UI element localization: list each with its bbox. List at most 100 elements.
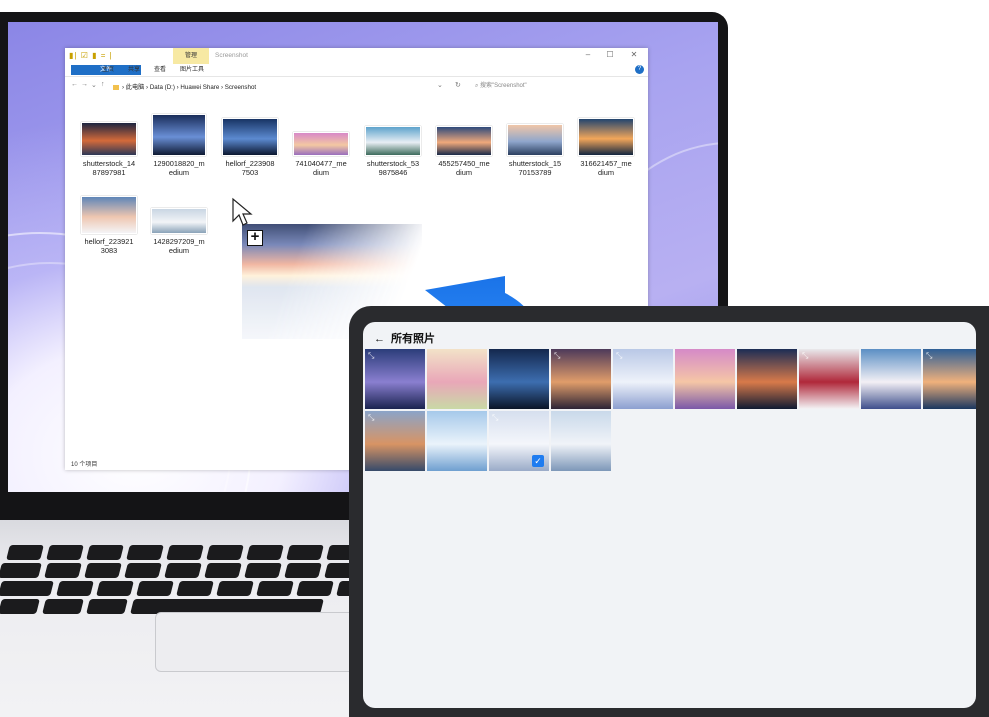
title-bar: ▮| ☑ ▮ = | 管理 Screenshot – ☐ ✕ xyxy=(65,48,648,64)
photo-tile[interactable]: ⤡ xyxy=(365,349,425,409)
file-item[interactable]: 455257450_me dium xyxy=(432,126,496,177)
photo-tile[interactable]: ⤡ ✓ xyxy=(489,411,549,471)
key xyxy=(84,563,122,578)
file-item[interactable]: hellorf_223921 3083 xyxy=(77,196,141,255)
quick-access-toolbar[interactable]: ▮| ☑ ▮ = | xyxy=(69,51,113,60)
expand-icon[interactable]: ⤡ xyxy=(616,351,622,361)
file-name: shutterstock_53 9875846 xyxy=(366,159,420,177)
key xyxy=(286,545,324,560)
key xyxy=(166,545,204,560)
up-arrow-icon[interactable]: ↑ xyxy=(101,81,105,88)
file-thumbnail xyxy=(151,208,207,234)
key xyxy=(6,545,44,560)
photo-tile[interactable] xyxy=(675,349,735,409)
expand-icon[interactable]: ⤡ xyxy=(926,351,932,361)
photo-tile[interactable] xyxy=(737,349,797,409)
file-item[interactable]: 1290018820_m edium xyxy=(147,114,211,177)
file-item[interactable]: hellorf_223908 7503 xyxy=(218,118,282,177)
manage-tab[interactable]: 管理 xyxy=(173,48,209,64)
keyboard xyxy=(0,545,400,615)
photo-tile[interactable] xyxy=(861,349,921,409)
search-placeholder: 搜索"Screenshot" xyxy=(480,83,527,89)
photo-tile[interactable]: ⤡ xyxy=(365,411,425,471)
file-name: hellorf_223908 7503 xyxy=(225,159,275,177)
file-thumbnail xyxy=(152,114,206,156)
expand-icon[interactable]: ⤡ xyxy=(368,351,374,361)
key xyxy=(0,581,54,596)
file-item[interactable]: 741040477_me dium xyxy=(289,132,353,177)
key xyxy=(296,581,334,596)
file-name: shutterstock_15 70153789 xyxy=(508,159,562,177)
tab-picture-tools[interactable]: 图片工具 xyxy=(177,65,207,75)
photo-tile[interactable]: ⤡ xyxy=(923,349,976,409)
forward-arrow-icon[interactable]: → xyxy=(81,81,88,88)
file-thumbnail xyxy=(293,132,349,156)
key xyxy=(136,581,174,596)
ribbon-tabs: 文件 主页 共享 查看 图片工具 ? xyxy=(65,64,648,77)
close-button[interactable]: ✕ xyxy=(625,50,643,59)
key xyxy=(206,545,244,560)
file-item[interactable]: 316621457_me dium xyxy=(574,118,638,177)
file-item[interactable]: shutterstock_53 9875846 xyxy=(361,126,425,177)
photo-tile[interactable] xyxy=(551,411,611,471)
selected-checkbox-icon[interactable]: ✓ xyxy=(532,455,544,467)
expand-icon[interactable]: ⤡ xyxy=(554,351,560,361)
photo-tile[interactable] xyxy=(427,411,487,471)
file-item[interactable]: shutterstock_14 87897981 xyxy=(77,122,141,177)
file-thumbnail xyxy=(222,118,278,156)
back-arrow-icon[interactable]: ← xyxy=(71,81,78,88)
plus-icon: + xyxy=(247,229,263,246)
help-icon[interactable]: ? xyxy=(635,65,644,74)
file-item[interactable]: 1428297209_m edium xyxy=(147,208,211,255)
expand-icon[interactable]: ⤡ xyxy=(368,413,374,423)
address-path[interactable]: › 此电脑 › Data (D:) › Huawei Share › Scree… xyxy=(113,82,256,91)
address-dropdown-icon[interactable]: ⌄ xyxy=(437,81,443,89)
photo-tile[interactable]: ⤡ xyxy=(551,349,611,409)
expand-icon[interactable]: ⤡ xyxy=(492,413,498,423)
key xyxy=(56,581,94,596)
key xyxy=(42,599,84,614)
key xyxy=(86,599,128,614)
page-title: 所有照片 xyxy=(391,333,435,345)
key xyxy=(44,563,82,578)
recent-dropdown-icon[interactable]: ⌄ xyxy=(91,81,97,89)
back-arrow-icon[interactable]: ← xyxy=(374,333,385,345)
key xyxy=(256,581,294,596)
tab-view[interactable]: 查看 xyxy=(151,65,169,75)
tab-share[interactable]: 共享 xyxy=(125,65,143,75)
search-box[interactable]: ⌕ 搜索"Screenshot" xyxy=(475,80,643,92)
key xyxy=(204,563,242,578)
file-name: 1290018820_m edium xyxy=(153,159,205,177)
photo-tile[interactable]: ⤡ xyxy=(613,349,673,409)
address-bar-row: ← → ⌄ ↑ › 此电脑 › Data (D:) › Huawei Share… xyxy=(65,78,648,94)
file-name: 1428297209_m edium xyxy=(153,237,205,255)
file-item[interactable]: shutterstock_15 70153789 xyxy=(503,124,567,177)
expand-icon[interactable]: ⤡ xyxy=(802,351,808,361)
window-title: Screenshot xyxy=(215,52,248,59)
key xyxy=(124,563,162,578)
minimize-button[interactable]: – xyxy=(579,50,597,59)
photo-tile[interactable]: ⤡ xyxy=(799,349,859,409)
file-thumbnail xyxy=(365,126,421,156)
tab-home[interactable]: 主页 xyxy=(99,65,117,75)
touchpad xyxy=(155,612,372,672)
key xyxy=(246,545,284,560)
refresh-icon[interactable]: ↻ xyxy=(455,81,461,89)
key xyxy=(126,545,164,560)
maximize-button[interactable]: ☐ xyxy=(601,50,619,59)
key xyxy=(176,581,214,596)
key xyxy=(244,563,282,578)
file-thumbnail xyxy=(81,196,137,234)
key xyxy=(46,545,84,560)
mouse-pointer-icon xyxy=(232,197,253,226)
photo-tile[interactable] xyxy=(427,349,487,409)
file-thumbnail xyxy=(578,118,634,156)
file-thumbnail xyxy=(81,122,137,156)
file-name: 455257450_me dium xyxy=(438,159,490,177)
folder-icon xyxy=(113,84,119,90)
key xyxy=(164,563,202,578)
key xyxy=(216,581,254,596)
key xyxy=(0,599,40,614)
file-thumbnail xyxy=(507,124,563,156)
photo-tile[interactable] xyxy=(489,349,549,409)
